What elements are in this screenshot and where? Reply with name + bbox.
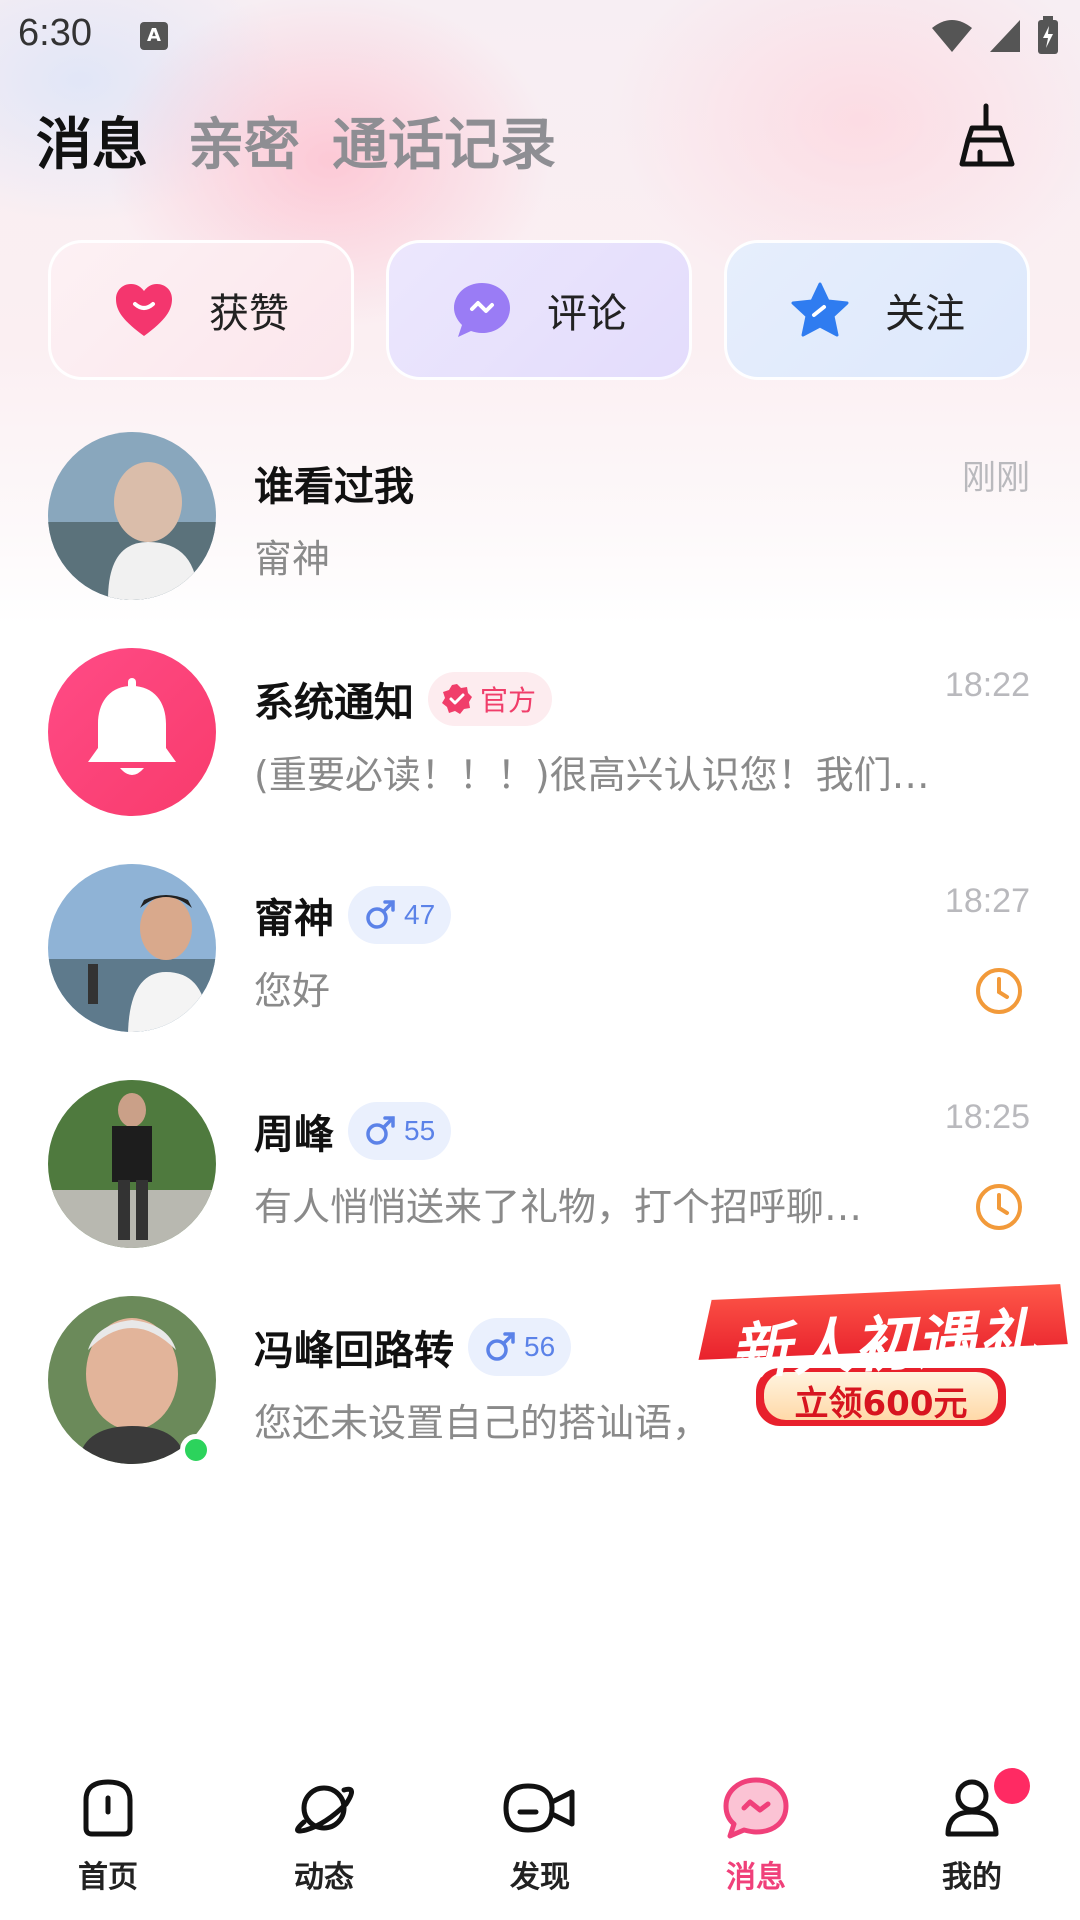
avatar bbox=[48, 648, 216, 816]
male-icon bbox=[366, 1116, 395, 1145]
bottom-nav: 首页 动态 发现 消息 我的 bbox=[0, 1750, 1080, 1920]
conversation-message: 有人悄悄送来了礼物，打个招呼聊… bbox=[254, 1185, 863, 1229]
follows-label: 关注 bbox=[885, 291, 965, 337]
conversation-name-row: 周峰 55 bbox=[254, 1102, 452, 1160]
online-status-dot bbox=[180, 1434, 212, 1466]
clear-messages-button[interactable] bbox=[952, 100, 1024, 172]
conversation-time: 18:25 bbox=[944, 1098, 1030, 1136]
official-badge: 官方 bbox=[428, 672, 553, 726]
conversation-name: 甯神 bbox=[254, 897, 334, 941]
conversation-user[interactable]: 甯神 47 您好 18:27 bbox=[0, 864, 1080, 1079]
conversation-name-row: 冯峰回路转 56 bbox=[254, 1318, 572, 1376]
status-bar: 6:30 A bbox=[0, 0, 1080, 72]
conversation-name: 冯峰回路转 bbox=[254, 1329, 454, 1373]
chat-bubble-icon bbox=[451, 279, 513, 341]
bell-icon bbox=[88, 678, 176, 775]
header: 消息 亲密 通话记录 bbox=[0, 100, 1080, 180]
tab-intimate[interactable]: 亲密 bbox=[188, 100, 300, 181]
promo-subtitle: 立领600元 bbox=[794, 1384, 968, 1424]
home-icon bbox=[83, 1779, 133, 1837]
male-icon bbox=[486, 1332, 515, 1361]
nav-moments[interactable]: 动态 bbox=[254, 1776, 394, 1906]
gender-age-badge: 47 bbox=[348, 886, 452, 944]
nav-home-label: 首页 bbox=[78, 1860, 138, 1895]
conversation-system-notice[interactable]: 系统通知 官方 (重要必读！！！)很高兴认识您！我们… 18:22 bbox=[0, 648, 1080, 863]
status-time: 6:30 bbox=[18, 12, 92, 54]
age-label: 47 bbox=[404, 899, 436, 930]
conversation-time: 18:27 bbox=[944, 882, 1030, 920]
conversation-message: 甯神 bbox=[254, 537, 331, 581]
nav-discover[interactable]: 发现 bbox=[470, 1776, 610, 1906]
newcomer-gift-banner[interactable]: 新人初遇礼 立领600元 bbox=[690, 1262, 1076, 1440]
conversation-message: (重要必读！！！)很高兴认识您！我们… bbox=[254, 753, 930, 797]
nav-profile-label: 我的 bbox=[942, 1860, 1002, 1895]
keyboard-indicator-icon: A bbox=[140, 22, 168, 50]
nav-home[interactable]: 首页 bbox=[38, 1776, 178, 1906]
conversation-name: 周峰 bbox=[254, 1113, 334, 1157]
gender-age-badge: 56 bbox=[468, 1318, 572, 1376]
conversation-message: 您好 bbox=[254, 969, 331, 1013]
notification-dot bbox=[994, 1768, 1030, 1804]
heart-icon bbox=[113, 279, 175, 341]
conversation-name: 谁看过我 bbox=[254, 465, 414, 509]
tab-messages[interactable]: 消息 bbox=[36, 100, 148, 181]
signal-icon bbox=[990, 20, 1020, 52]
broom-icon bbox=[959, 103, 1015, 167]
nav-messages[interactable]: 消息 bbox=[686, 1776, 826, 1906]
wifi-icon bbox=[932, 20, 972, 52]
quick-actions: 获赞 评论 关注 bbox=[48, 240, 1032, 380]
avatar bbox=[48, 864, 216, 1032]
battery-icon bbox=[1038, 16, 1058, 54]
status-icons bbox=[930, 16, 1060, 56]
follows-button[interactable]: 关注 bbox=[724, 240, 1030, 380]
planet-icon bbox=[295, 1785, 354, 1834]
nav-messages-label: 消息 bbox=[726, 1860, 786, 1895]
comments-button[interactable]: 评论 bbox=[386, 240, 692, 380]
likes-button[interactable]: 获赞 bbox=[48, 240, 354, 380]
likes-label: 获赞 bbox=[209, 291, 289, 337]
conversation-name-row: 甯神 47 bbox=[254, 886, 452, 944]
avatar bbox=[48, 1080, 216, 1248]
video-camera-icon bbox=[503, 1783, 575, 1833]
comments-label: 评论 bbox=[547, 291, 627, 337]
nav-discover-label: 发现 bbox=[510, 1860, 570, 1895]
nav-profile[interactable]: 我的 bbox=[902, 1768, 1042, 1906]
conversation-time: 18:22 bbox=[944, 666, 1030, 704]
age-label: 55 bbox=[404, 1115, 436, 1146]
age-label: 56 bbox=[524, 1331, 556, 1362]
clock-icon[interactable] bbox=[974, 966, 1024, 1016]
gender-age-badge: 55 bbox=[348, 1102, 452, 1160]
tab-call-records[interactable]: 通话记录 bbox=[332, 100, 556, 181]
nav-moments-label: 动态 bbox=[294, 1860, 354, 1895]
conversation-time: 刚刚 bbox=[962, 459, 1030, 497]
star-icon bbox=[789, 279, 851, 341]
clock-icon[interactable] bbox=[974, 1182, 1024, 1232]
male-icon bbox=[366, 900, 395, 929]
message-icon bbox=[723, 1777, 789, 1839]
conversation-name-row: 系统通知 官方 bbox=[254, 670, 553, 728]
conversation-name: 系统通知 bbox=[254, 681, 414, 725]
verified-icon bbox=[442, 684, 472, 714]
official-badge-label: 官方 bbox=[480, 685, 537, 716]
conversation-visitors[interactable]: 谁看过我 甯神 刚刚 bbox=[0, 432, 1080, 647]
avatar bbox=[48, 432, 216, 600]
